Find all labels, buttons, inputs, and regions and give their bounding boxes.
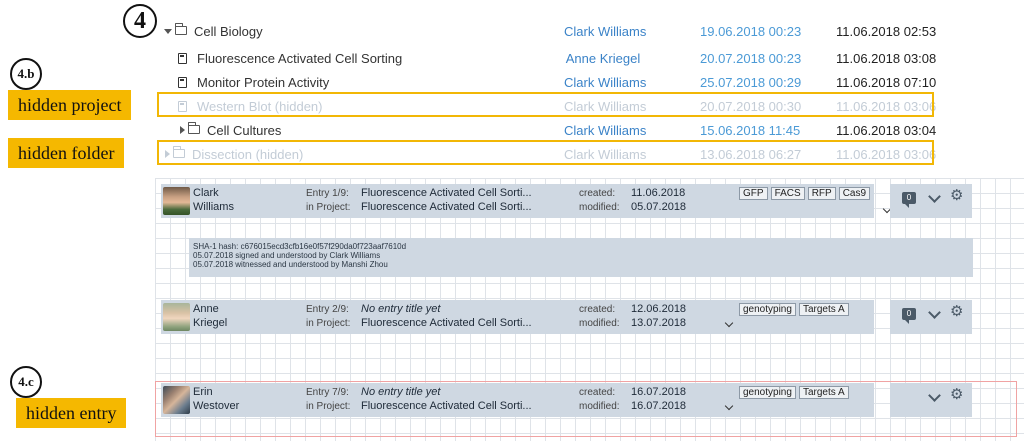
hidden-project-highlight — [157, 92, 934, 117]
tree-item-owner[interactable]: Clark Williams — [564, 24, 646, 39]
expand-chevron-icon[interactable] — [724, 401, 734, 411]
comment-icon[interactable]: 0 — [902, 308, 916, 324]
modified-label: modified: — [579, 318, 620, 329]
project-label: in Project: — [306, 318, 351, 329]
hidden-project-callout: hidden project — [8, 90, 132, 120]
created-label: created: — [579, 304, 616, 315]
tree-item-name[interactable]: Monitor Protein Activity — [197, 75, 329, 90]
tree-item-date-created: 11.06.2018 03:08 — [836, 51, 937, 66]
tree-item-date-created: 11.06.2018 02:53 — [836, 24, 937, 39]
created-date: 11.06.2018 — [631, 187, 686, 199]
lab-notebook: Clark Williams Entry 1/9: Fluorescence A… — [155, 178, 1024, 441]
tree-item-date-modified: 20.07.2018 00:23 — [700, 51, 802, 66]
tree-row-facs[interactable]: Fluorescence Activated Cell Sorting Anne… — [150, 47, 942, 71]
signature-hash: SHA-1 hash: c676015ecd3cfb16e0f57f290da0… — [193, 242, 407, 251]
tag-list: GFP FACS RFP Cas9 — [739, 187, 871, 200]
entry-project[interactable]: Fluorescence Activated Cell Sorti... — [361, 317, 532, 329]
entry-title[interactable]: No entry title yet — [361, 386, 440, 398]
created-label: created: — [579, 387, 616, 398]
hidden-folder-callout: hidden folder — [8, 138, 125, 168]
project-icon — [178, 77, 187, 88]
tag[interactable]: Targets A — [798, 386, 849, 399]
tree-item-date-modified: 15.06.2018 11:45 — [700, 123, 801, 138]
entry-project[interactable]: Fluorescence Activated Cell Sorti... — [361, 400, 532, 412]
tag-list: genotyping Targets A — [739, 303, 849, 316]
created-date: 16.07.2018 — [631, 386, 687, 398]
expand-chevron-icon[interactable] — [724, 318, 734, 328]
tag[interactable]: GFP — [739, 187, 768, 200]
entry-project[interactable]: Fluorescence Activated Cell Sorti... — [361, 201, 532, 213]
hidden-entry-callout: hidden entry — [16, 398, 127, 428]
tree-item-owner[interactable]: Anne Kriegel — [564, 51, 642, 66]
author-last-name: Kriegel — [193, 317, 228, 329]
signature-signed: 05.07.2018 signed and understood by Clar… — [193, 251, 381, 260]
collapse-chevron-icon[interactable] — [928, 389, 941, 402]
tree-item-date-modified: 25.07.2018 00:29 — [700, 75, 802, 90]
tag[interactable]: FACS — [770, 187, 805, 200]
comment-icon[interactable]: 0 — [902, 192, 916, 208]
collapsed-caret-icon[interactable] — [180, 126, 185, 134]
tree-item-name[interactable]: Fluorescence Activated Cell Sorting — [197, 51, 402, 66]
author-first-name: Erin — [193, 386, 213, 398]
tag[interactable]: Cas9 — [838, 187, 871, 200]
entry-number-label: Entry 7/9: — [306, 387, 349, 398]
project-label: in Project: — [306, 401, 351, 412]
tag[interactable]: genotyping — [739, 303, 796, 316]
tag-list: genotyping Targets A — [739, 386, 849, 399]
tree-item-date-created: 11.06.2018 07:10 — [836, 75, 937, 90]
entry-header[interactable]: Anne Kriegel Entry 2/9: No entry title y… — [161, 300, 874, 334]
created-label: created: — [579, 188, 616, 199]
author-first-name: Clark — [193, 187, 219, 199]
tag[interactable]: RFP — [807, 187, 836, 200]
signature-witnessed: 05.07.2018 witnessed and understood by M… — [193, 260, 388, 269]
step-4c-badge: 4.c — [10, 366, 42, 398]
entry-header[interactable]: Erin Westover Entry 7/9: No entry title … — [161, 383, 874, 417]
folder-icon — [174, 23, 187, 35]
tree-item-owner[interactable]: Clark Williams — [564, 75, 646, 90]
avatar — [163, 386, 190, 414]
collapse-chevron-icon[interactable] — [928, 190, 941, 203]
tree-row-cell-biology[interactable]: Cell Biology Clark Williams 19.06.2018 0… — [150, 20, 942, 44]
collapse-chevron-icon[interactable] — [928, 306, 941, 319]
tree-item-owner[interactable]: Clark Williams — [564, 123, 646, 138]
created-date: 12.06.2018 — [631, 303, 687, 315]
project-icon — [178, 53, 187, 64]
modified-label: modified: — [579, 401, 620, 412]
expand-caret-icon[interactable] — [164, 29, 172, 34]
avatar — [163, 187, 190, 215]
entry-header[interactable]: Clark Williams Entry 1/9: Fluorescence A… — [161, 184, 892, 218]
tree-item-date-created: 11.06.2018 03:04 — [836, 123, 937, 138]
entry-number-label: Entry 2/9: — [306, 304, 349, 315]
step-4-badge: 4 — [123, 4, 157, 38]
tree-item-name[interactable]: Cell Cultures — [207, 123, 281, 138]
step-4b-badge: 4.b — [10, 58, 42, 90]
modified-date: 13.07.2018 — [631, 317, 687, 329]
entry-title[interactable]: Fluorescence Activated Cell Sorti... — [361, 187, 532, 199]
hidden-folder-highlight — [157, 140, 934, 165]
modified-label: modified: — [579, 202, 620, 213]
gear-icon[interactable]: ⚙ — [950, 188, 963, 203]
author-last-name: Williams — [193, 201, 234, 213]
project-label: in Project: — [306, 202, 351, 213]
author-last-name: Westover — [193, 400, 240, 412]
tag[interactable]: Targets A — [798, 303, 849, 316]
gear-icon[interactable]: ⚙ — [950, 387, 963, 402]
tree-item-name[interactable]: Cell Biology — [194, 24, 263, 39]
modified-date: 05.07.2018 — [631, 201, 687, 213]
signature-box: SHA-1 hash: c676015ecd3cfb16e0f57f290da0… — [189, 238, 973, 277]
tree-item-date-modified: 19.06.2018 00:23 — [700, 24, 802, 39]
avatar — [163, 303, 190, 331]
entry-actions: ⚙ — [890, 383, 972, 417]
entry-title[interactable]: No entry title yet — [361, 303, 440, 315]
modified-date: 16.07.2018 — [631, 400, 687, 412]
gear-icon[interactable]: ⚙ — [950, 304, 963, 319]
entry-number-label: Entry 1/9: — [306, 188, 349, 199]
entry-actions: 0 ⚙ — [890, 300, 972, 334]
entry-actions: 0 ⚙ — [890, 184, 972, 218]
folder-icon — [187, 122, 200, 134]
tag[interactable]: genotyping — [739, 386, 796, 399]
author-first-name: Anne — [193, 303, 219, 315]
